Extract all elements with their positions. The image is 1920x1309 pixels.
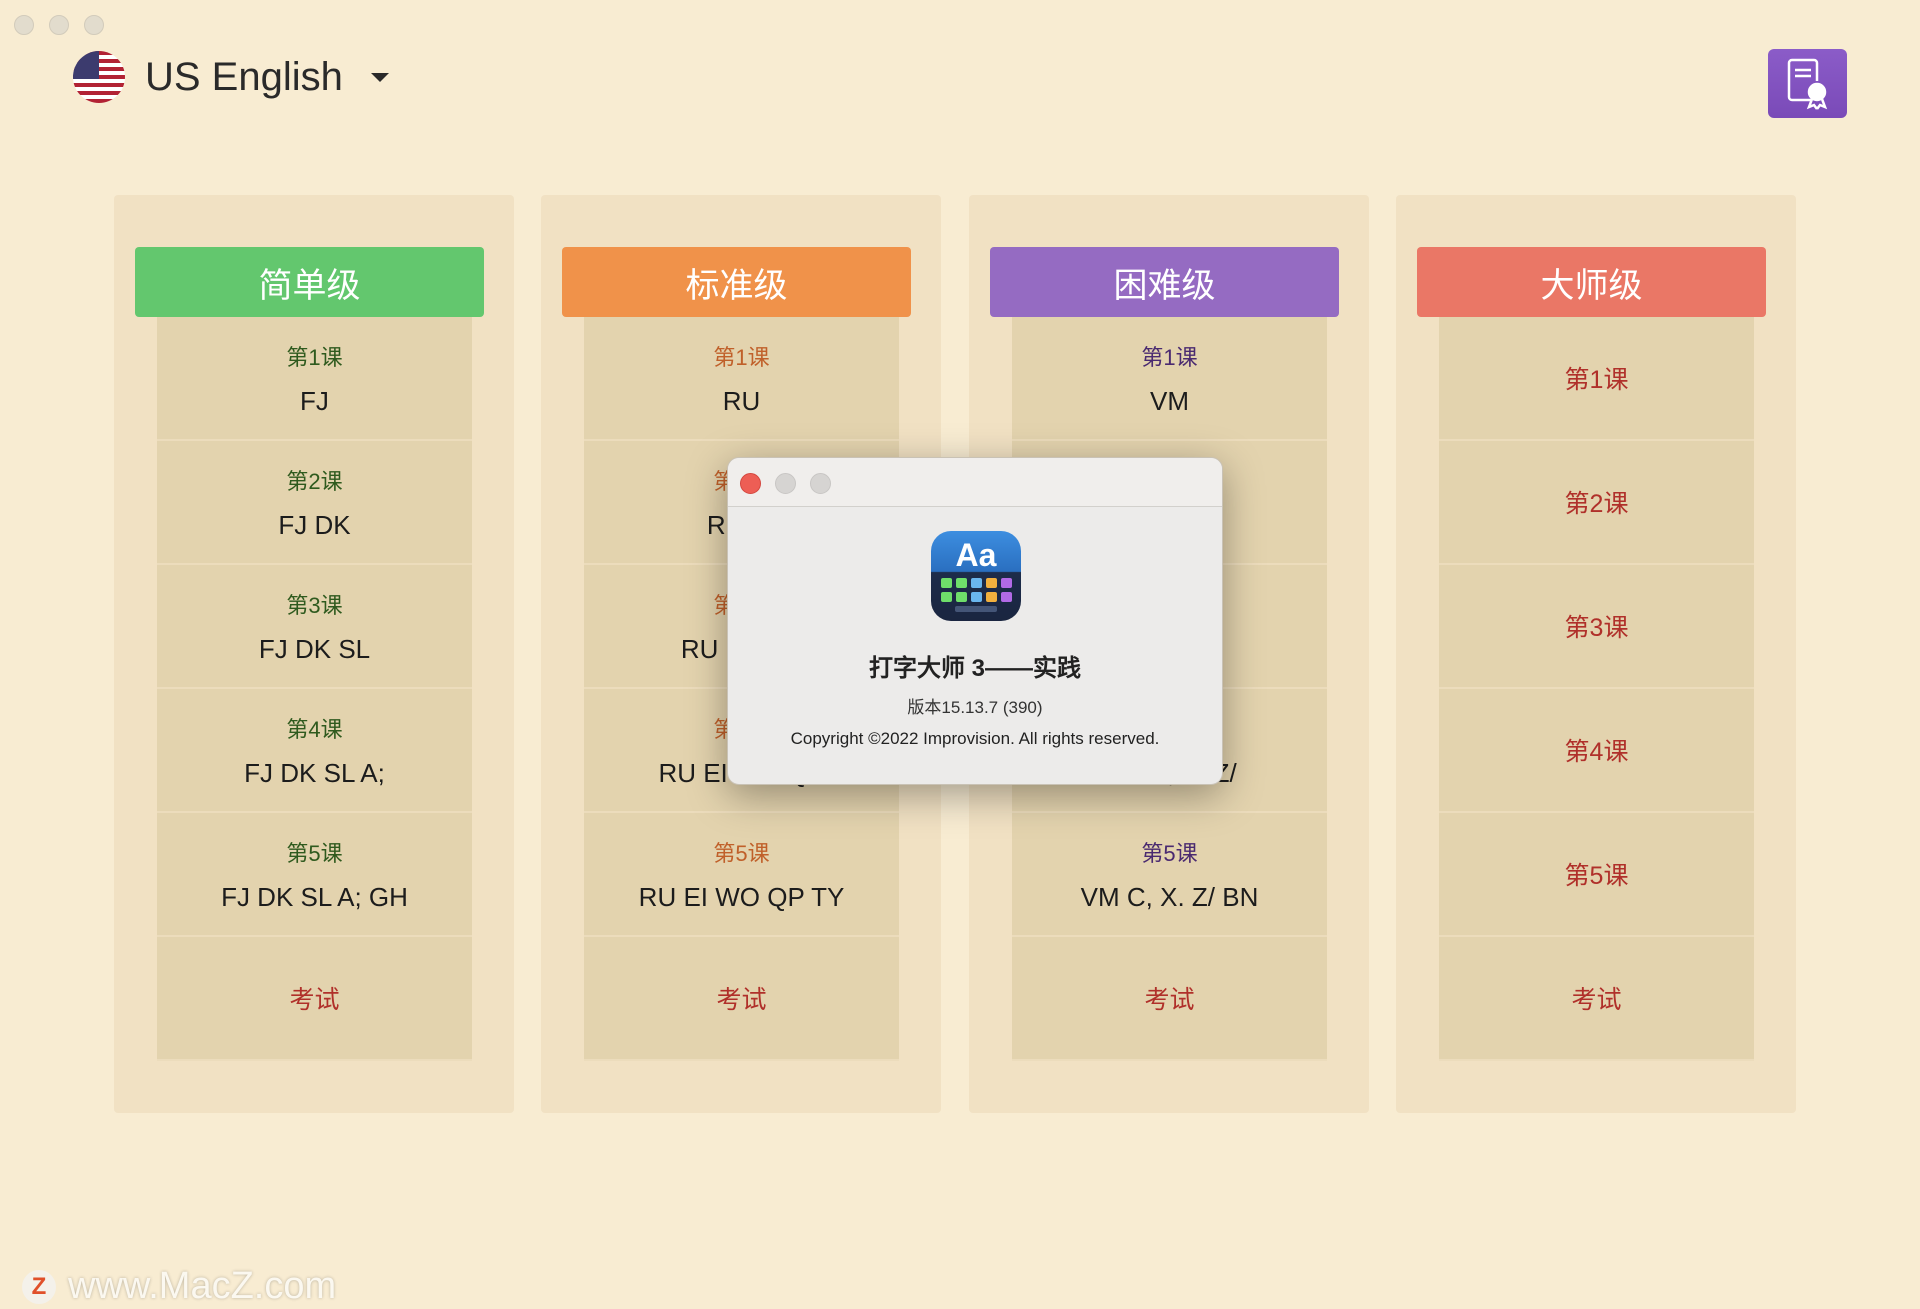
lesson-label: 第4课 — [286, 716, 343, 742]
dialog-close-button[interactable] — [740, 473, 761, 494]
lesson-label: 第5课 — [1141, 840, 1198, 866]
exam-item[interactable]: 考试 — [584, 937, 899, 1061]
app-name: 打字大师 3——实践 — [868, 655, 1081, 682]
window-close-button[interactable] — [14, 15, 34, 35]
lesson-item[interactable]: 第3课 FJ DK SL — [157, 565, 472, 689]
lesson-item[interactable]: 第3课 — [1439, 565, 1754, 689]
lesson-label: 第3课 — [1564, 614, 1629, 642]
lesson-label: 第4课 — [1564, 738, 1629, 766]
lesson-item[interactable]: 第1课 — [1439, 317, 1754, 441]
lesson-item[interactable]: 第5课 FJ DK SL A; GH — [157, 813, 472, 937]
window-minimize-button[interactable] — [49, 15, 69, 35]
lesson-item[interactable]: 第5课 — [1439, 813, 1754, 937]
lesson-item[interactable]: 第2课 FJ DK — [157, 441, 472, 565]
watermark-logo: Z — [22, 1269, 56, 1304]
lesson-item[interactable]: 第2课 — [1439, 441, 1754, 565]
lesson-label: 第1课 — [286, 344, 343, 370]
exam-label: 考试 — [716, 986, 767, 1014]
certificate-icon — [1787, 58, 1827, 110]
dialog-zoom-button[interactable] — [810, 473, 831, 494]
watermark-text: www.MacZ.com — [68, 1265, 337, 1307]
level-header[interactable]: 困难级 — [990, 247, 1339, 317]
language-label: US English — [145, 54, 343, 99]
copyright: Copyright ©2022 Improvision. All rights … — [790, 729, 1160, 748]
level-header[interactable]: 大师级 — [1417, 247, 1766, 317]
lesson-keys: RU — [722, 385, 761, 416]
app-icon: Aa — [931, 531, 1021, 621]
lesson-item[interactable]: 第4课 FJ DK SL A; — [157, 689, 472, 813]
exam-label: 考试 — [1571, 986, 1622, 1014]
app-version: 版本15.13.7 (390) — [907, 698, 1043, 717]
chevron-down-icon — [370, 72, 389, 82]
lesson-item[interactable]: 第5课 RU EI WO QP TY — [584, 813, 899, 937]
lesson-label: 第1课 — [1564, 366, 1629, 394]
level-header[interactable]: 简单级 — [135, 247, 484, 317]
exam-item[interactable]: 考试 — [157, 937, 472, 1061]
window-zoom-button[interactable] — [84, 15, 104, 35]
watermark: Z www.MacZ.com — [22, 1265, 336, 1308]
lesson-label: 第5课 — [1564, 862, 1629, 890]
lesson-keys: VM C, X. Z/ BN — [1080, 881, 1259, 912]
level-panel: 简单级 第1课 FJ 第2课 FJ DK 第3课 FJ DK SL 第4课 FJ… — [114, 195, 514, 1113]
certificate-button[interactable] — [1768, 49, 1847, 118]
language-selector[interactable]: US English — [73, 51, 389, 103]
lesson-keys: VM — [1150, 385, 1189, 416]
exam-item[interactable]: 考试 — [1012, 937, 1327, 1061]
exam-item[interactable]: 考试 — [1439, 937, 1754, 1061]
lesson-keys: FJ DK SL — [258, 633, 371, 664]
lesson-item[interactable]: 第1课 VM — [1012, 317, 1327, 441]
lesson-item[interactable]: 第5课 VM C, X. Z/ BN — [1012, 813, 1327, 937]
lesson-keys: RU EI WO QP TY — [638, 881, 845, 912]
lesson-label: 第5课 — [286, 840, 343, 866]
lesson-keys: FJ DK — [278, 509, 351, 540]
us-flag-icon — [73, 51, 125, 103]
lesson-label: 第1课 — [713, 344, 770, 370]
lesson-item[interactable]: 第1课 FJ — [157, 317, 472, 441]
lesson-keys: FJ DK SL A; GH — [221, 881, 408, 912]
about-dialog: Aa 打字大师 3——实践 版本15.13.7 (390) Copyright … — [727, 457, 1223, 785]
dialog-minimize-button[interactable] — [775, 473, 796, 494]
exam-label: 考试 — [289, 986, 340, 1014]
level-header[interactable]: 标准级 — [562, 247, 911, 317]
lesson-label: 第1课 — [1141, 344, 1198, 370]
lesson-label: 第5课 — [713, 840, 770, 866]
lesson-label: 第2课 — [286, 468, 343, 494]
lesson-item[interactable]: 第1课 RU — [584, 317, 899, 441]
lesson-keys: FJ DK SL A; — [244, 757, 385, 788]
dialog-titlebar — [728, 458, 1222, 507]
lesson-item[interactable]: 第4课 — [1439, 689, 1754, 813]
lesson-keys: FJ — [300, 385, 329, 416]
lesson-label: 第3课 — [286, 592, 343, 618]
lesson-label: 第2课 — [1564, 490, 1629, 518]
level-panel: 大师级 第1课 第2课 第3课 第4课 第5课 考试 — [1396, 195, 1796, 1113]
exam-label: 考试 — [1144, 986, 1195, 1014]
